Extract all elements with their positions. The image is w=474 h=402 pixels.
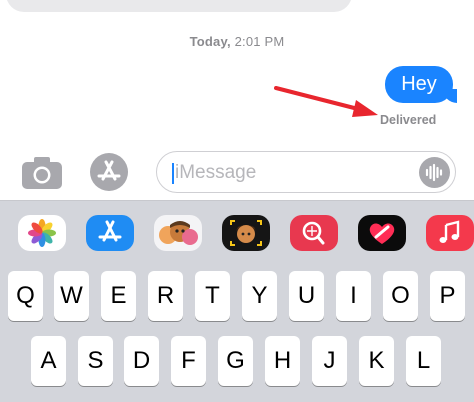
images-search-icon: [302, 221, 325, 245]
audio-message-button[interactable]: [419, 157, 450, 188]
key-t[interactable]: T: [195, 271, 230, 321]
key-g[interactable]: G: [218, 336, 253, 386]
key-d[interactable]: D: [124, 336, 159, 386]
key-e[interactable]: E: [101, 271, 136, 321]
key-a[interactable]: A: [31, 336, 66, 386]
sent-message-text: Hey: [401, 73, 437, 95]
memoji-stickers-app-button[interactable]: [154, 215, 202, 251]
message-input[interactable]: iMessage: [156, 151, 456, 193]
keyboard: Q W E R T Y U I O P A S D F G H J K L: [0, 264, 474, 402]
key-q[interactable]: Q: [8, 271, 43, 321]
key-w[interactable]: W: [54, 271, 89, 321]
app-store-button[interactable]: [90, 153, 128, 191]
key-p[interactable]: P: [430, 271, 465, 321]
key-l[interactable]: L: [406, 336, 441, 386]
key-s[interactable]: S: [78, 336, 113, 386]
photos-icon: [28, 219, 56, 247]
key-h[interactable]: H: [265, 336, 300, 386]
key-i[interactable]: I: [336, 271, 371, 321]
timestamp-time: 2:01 PM: [234, 34, 285, 49]
timestamp-day: Today,: [189, 34, 231, 49]
camera-icon: [22, 157, 62, 189]
key-j[interactable]: J: [312, 336, 347, 386]
animoji-icon: [230, 220, 262, 246]
message-timestamp: Today, 2:01 PM: [0, 34, 474, 49]
imessage-app-drawer: [0, 200, 474, 264]
key-r[interactable]: R: [148, 271, 183, 321]
sent-message-bubble[interactable]: Hey: [385, 66, 457, 103]
key-o[interactable]: O: [383, 271, 418, 321]
images-search-app-button[interactable]: [290, 215, 338, 251]
composer-bar: iMessage: [0, 148, 474, 196]
text-caret: [172, 163, 174, 184]
waveform-icon: [425, 163, 443, 182]
message-input-placeholder: iMessage: [175, 162, 257, 183]
photos-app-button[interactable]: [18, 215, 66, 251]
digital-touch-icon: [369, 223, 395, 244]
red-arrow-icon: [274, 86, 378, 117]
digital-touch-app-button[interactable]: [358, 215, 406, 251]
app-store-icon: [97, 160, 121, 181]
camera-button[interactable]: [20, 156, 64, 190]
music-app-button[interactable]: [426, 215, 474, 251]
key-u[interactable]: U: [289, 271, 324, 321]
previous-message-bubble: [6, 0, 352, 12]
delivery-status: Delivered: [380, 113, 437, 127]
app-store-app-button[interactable]: [86, 215, 134, 251]
key-y[interactable]: Y: [242, 271, 277, 321]
music-icon: [439, 220, 460, 243]
key-f[interactable]: F: [171, 336, 206, 386]
memoji-stickers-icon: [159, 221, 198, 245]
animoji-app-button[interactable]: [222, 215, 270, 251]
key-k[interactable]: K: [359, 336, 394, 386]
app-store-icon: [98, 220, 122, 242]
